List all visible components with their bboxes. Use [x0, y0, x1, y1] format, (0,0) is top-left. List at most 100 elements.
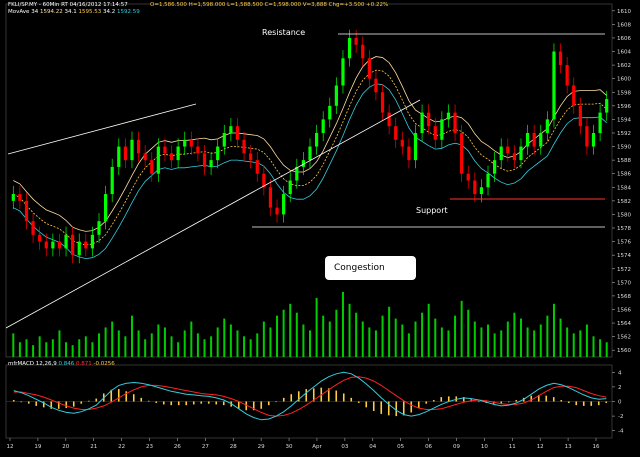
- candle-body: [275, 207, 279, 215]
- macd-histogram-bar: [12, 400, 15, 402]
- price-panel-frame: [5, 3, 613, 358]
- macd-histogram-bar: [35, 401, 38, 406]
- macd-histogram-bar: [582, 401, 585, 406]
- candle-body: [64, 234, 68, 249]
- volume-bar: [585, 324, 588, 357]
- macd-value: 0.846: [58, 361, 75, 367]
- price-tick-label: 1610: [617, 9, 631, 15]
- macd-histogram-bar: [95, 398, 98, 402]
- macd-tick-label: -2: [618, 414, 623, 420]
- macd-histogram-bar: [560, 400, 563, 402]
- macd-histogram-bar: [87, 400, 90, 402]
- macd-title: mfrMACD 12,26,9: [8, 361, 57, 367]
- macd-histogram-bar: [425, 401, 428, 404]
- resistance-label: Resistance: [262, 28, 305, 37]
- macd-histogram-bar: [290, 394, 293, 402]
- candle-body: [354, 37, 358, 45]
- macd-label: mfrMACD 12,26,9 0.846 0.871 -0.0256: [8, 361, 115, 367]
- candle-body: [427, 112, 431, 127]
- volume-bar: [546, 315, 549, 357]
- macd-histogram-bar: [237, 401, 240, 409]
- macd-histogram-bar: [260, 401, 263, 409]
- candle-body: [24, 200, 29, 222]
- volume-bar: [229, 324, 232, 357]
- candle-body: [44, 241, 48, 249]
- volume-bar: [163, 327, 166, 357]
- x-tick-label: 20: [62, 444, 69, 450]
- volume-bar: [249, 339, 252, 357]
- candle-body: [578, 105, 582, 127]
- macd-line: [13, 371, 607, 421]
- candle-body: [150, 160, 154, 174]
- candle-body: [268, 187, 273, 208]
- volume-bar: [513, 312, 516, 357]
- volume-bar: [506, 321, 509, 357]
- volume-bar: [302, 324, 305, 357]
- price-tick-label: 1588: [617, 158, 631, 164]
- volume-bar: [203, 339, 206, 357]
- volume-bar: [78, 339, 81, 357]
- candle-body: [136, 139, 141, 154]
- volume-bar: [355, 312, 358, 357]
- macd-histogram-bar: [155, 401, 158, 403]
- macd-tick-label: -4: [618, 429, 624, 435]
- candle-body: [18, 194, 22, 201]
- volume-bar: [216, 327, 219, 357]
- macd-histogram-bar: [147, 400, 150, 402]
- volume-bar: [289, 303, 292, 357]
- volume-bar: [177, 342, 180, 357]
- candle-body: [110, 166, 114, 195]
- price-tick-label: 1566: [617, 307, 631, 313]
- movave-value-3: 1595.53: [78, 9, 102, 15]
- candle-body: [361, 44, 365, 59]
- macd-histogram-bar: [117, 389, 120, 402]
- volume-bar: [282, 309, 285, 357]
- volume-bar: [374, 330, 377, 357]
- candle-body: [38, 234, 42, 242]
- x-tick-label: 13: [565, 444, 572, 450]
- macd-histogram-bar: [447, 396, 450, 402]
- x-tick-label: 10: [481, 444, 488, 450]
- macd-histogram-bar: [417, 401, 420, 409]
- macd-tick-label: 0: [618, 400, 622, 406]
- volume-bar: [111, 321, 114, 357]
- candle-body: [380, 92, 385, 113]
- volume-bar: [493, 333, 496, 357]
- volume-bar: [157, 324, 160, 357]
- volume-bar: [572, 333, 575, 357]
- macd-histogram-bar: [440, 397, 443, 402]
- macd-histogram-bar: [65, 401, 68, 409]
- x-tick-label: 11: [509, 444, 516, 450]
- volume-bar: [427, 303, 430, 357]
- signal-value: 0.871: [76, 361, 92, 367]
- candle-body: [453, 112, 457, 133]
- volume-bar: [223, 318, 226, 357]
- candle-body: [420, 112, 424, 133]
- volume-bar: [559, 318, 562, 357]
- volume-bar: [335, 309, 338, 357]
- volume-bar: [447, 330, 450, 357]
- volume-bar: [183, 330, 186, 357]
- volume-bar: [566, 327, 569, 357]
- price-tick-label: 1592: [617, 131, 631, 137]
- chart-svg: 1610160816061604160216001598159615941592…: [5, 3, 631, 450]
- volume-bar: [170, 336, 173, 357]
- price-tick-label: 1594: [617, 117, 631, 123]
- volume-bar: [32, 345, 35, 357]
- candle-body: [295, 166, 299, 181]
- macd-histogram-bar: [357, 401, 360, 403]
- candle-body: [229, 126, 233, 133]
- macd-histogram-bar: [20, 401, 23, 403]
- macd-histogram-bar: [215, 401, 218, 405]
- candle-body: [314, 132, 319, 147]
- volume-bar: [440, 327, 443, 357]
- candle-body: [499, 146, 503, 161]
- candle-body: [77, 241, 81, 256]
- price-tick-label: 1590: [617, 145, 631, 151]
- x-tick-label: 23: [146, 444, 153, 450]
- candle-body: [341, 58, 345, 86]
- movave-value-2: 34.1: [64, 9, 77, 15]
- macd-histogram-bar: [162, 401, 165, 405]
- volume-bar: [25, 339, 28, 357]
- price-tick-label: 1576: [617, 240, 631, 246]
